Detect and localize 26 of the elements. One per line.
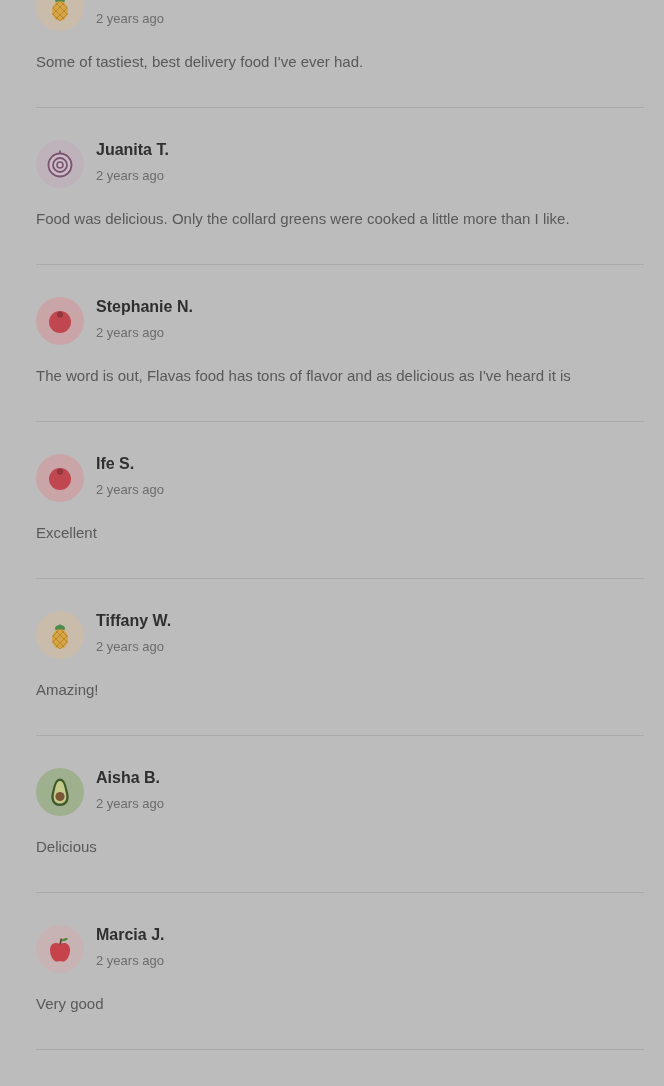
reviewer-name: Marcia J.: [96, 925, 165, 945]
review-text: Excellent: [36, 523, 98, 543]
review-time: 2 years ago: [96, 795, 164, 813]
review-text: Amazing!: [36, 680, 100, 700]
apple-icon: [36, 925, 84, 973]
tomato-icon: [36, 297, 84, 345]
reviewer-name: Ife S.: [96, 454, 136, 474]
review-time: 2 years ago: [96, 481, 164, 499]
reviewer-name: Aisha B.: [96, 768, 161, 788]
reviewer-name: Tiffany W.: [96, 611, 172, 631]
review-text: Very good: [36, 994, 105, 1014]
review-time: 2 years ago: [96, 324, 165, 342]
review-time: 2 years ago: [96, 167, 165, 185]
review-time: 2 years ago: [96, 952, 165, 970]
review-text: Some of tastiest, best delivery food I've ever had.: [36, 52, 365, 72]
review-time: 2 years ago: [96, 10, 164, 28]
review-text: Food was delicious. Only the collard greens were cooked a little more than I like.: [36, 209, 571, 229]
review-text: Delicious: [36, 837, 98, 857]
tomato-icon: [36, 454, 84, 502]
pineapple-icon: [36, 611, 84, 659]
avocado-icon: [36, 768, 84, 816]
review-time: 2 years ago: [96, 638, 165, 656]
reviewer-name: Juanita T.: [96, 140, 169, 160]
reviewer-name: Stephanie N.: [96, 297, 193, 317]
review-text: The word is out, Flavas food has tons of flavor and as delicious as I've heard it is: [36, 366, 572, 386]
onion-icon: [36, 140, 84, 188]
